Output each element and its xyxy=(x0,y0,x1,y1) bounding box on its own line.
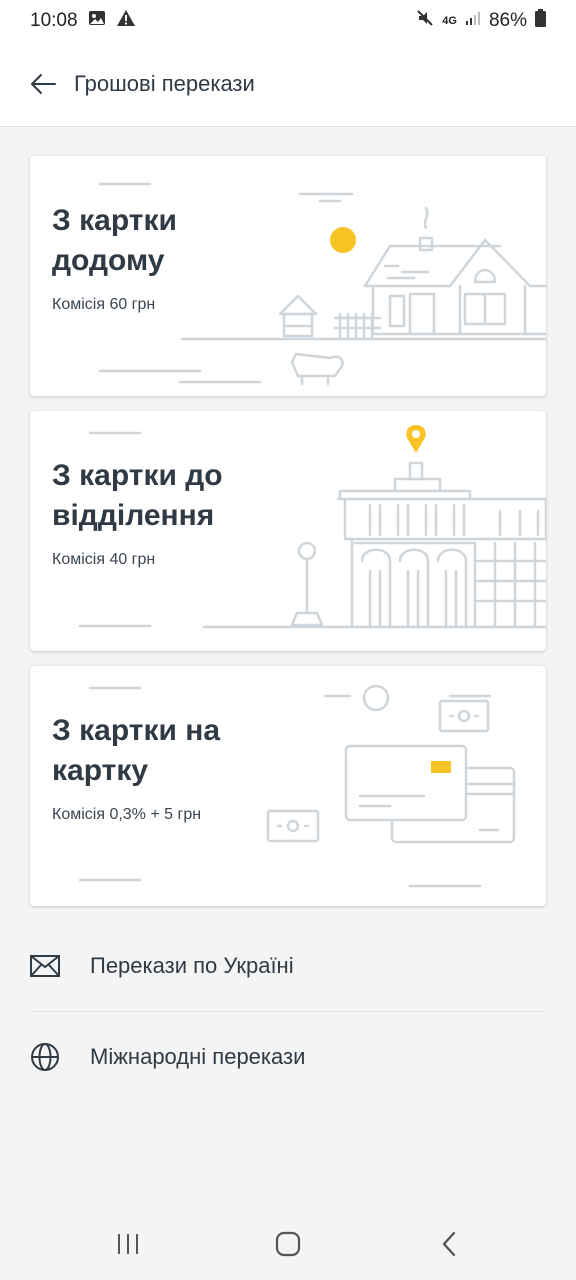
home-icon[interactable] xyxy=(270,1226,306,1262)
image-icon xyxy=(88,9,106,33)
warning-icon xyxy=(116,9,136,33)
network-label: 4G xyxy=(442,15,457,27)
battery-percent: 86% xyxy=(488,10,527,31)
list-item-transfers-ukraine[interactable]: Перекази по Україні xyxy=(0,921,576,1011)
recent-apps-icon[interactable] xyxy=(110,1226,146,1262)
back-button[interactable] xyxy=(8,42,78,127)
envelope-icon xyxy=(30,951,60,981)
card-title: З картки на картку xyxy=(52,714,221,787)
card-card-to-card[interactable]: З картки на картку Комісія 0,3% + 5 грн xyxy=(30,666,546,906)
card-fee: Комісія 60 грн xyxy=(52,296,156,313)
page-title: Грошові перекази xyxy=(74,71,255,96)
status-time: 10:08 xyxy=(30,10,78,31)
battery-icon xyxy=(535,9,546,33)
list-item-label: Перекази по Україні xyxy=(90,953,294,978)
mute-icon xyxy=(416,9,434,33)
card-title: З картки до відділення xyxy=(52,459,223,532)
signal-icon xyxy=(465,10,481,32)
back-icon[interactable] xyxy=(432,1226,468,1262)
card-title: З картки додому xyxy=(52,204,177,277)
network-type: 4G xyxy=(442,15,457,27)
system-nav-bar xyxy=(0,1208,576,1280)
app-bar: Грошові перекази xyxy=(0,42,576,127)
globe-icon xyxy=(30,1042,60,1072)
card-card-to-home[interactable]: З картки додому Комісія 60 грн xyxy=(30,156,546,396)
arrow-left-icon xyxy=(31,74,56,94)
card-fee: Комісія 40 грн xyxy=(52,551,156,568)
list-item-international-transfers[interactable]: Міжнародні перекази xyxy=(0,1012,576,1102)
card-fee: Комісія 0,3% + 5 грн xyxy=(52,806,202,823)
status-bar: 10:08 4G 86% xyxy=(0,0,576,42)
card-card-to-branch[interactable]: З картки до відділення Комісія 40 грн xyxy=(30,411,546,651)
list-item-label: Міжнародні перекази xyxy=(90,1044,306,1069)
